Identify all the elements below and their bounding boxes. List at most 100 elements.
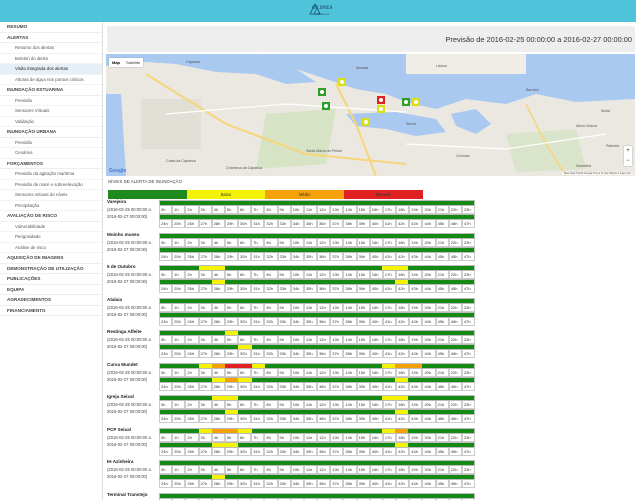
hour-label-row: 24h 25h 26h 27h 28h 29h 30h 31h 32h 33h 34h 35h 36h 3… [159,350,476,358]
map-canvas[interactable] [106,54,635,176]
alert-level-cell [238,442,252,447]
alert-level-cell [395,442,409,447]
map-marker[interactable] [377,105,385,113]
map-type-control[interactable]: Map Satellite [109,58,144,67]
sidebar-item-15[interactable]: Previsão de maré e sobreelevação [0,180,102,190]
map[interactable]: Map Satellite + − Google Map data ©2016 … [106,54,635,176]
hour-label: 31h [251,252,265,261]
alert-level-cell [251,428,265,433]
sidebar-section-22[interactable]: AQUISIÇÃO DE IMAGENS [0,253,102,264]
sidebar-item-3[interactable]: Boletim do alerta [0,54,102,64]
alert-level-cell [238,280,252,284]
sidebar-item-7[interactable]: Previsão [0,96,102,106]
sidebar-item-14[interactable]: Previsão da agitação marítima [0,169,102,180]
sidebar-item-16[interactable]: Sensores virtuais de níveis [0,190,102,201]
hour-label: 47h [461,350,476,358]
sidebar-item-17[interactable]: Precipitação [0,201,102,211]
map-marker[interactable] [402,98,410,106]
logo-text: OLINES [312,6,333,11]
sidebar-item-21[interactable]: Análise de risco [0,243,102,253]
map-marker[interactable] [362,118,370,126]
sidebar-section-25[interactable]: EQUIPA [0,285,102,295]
hour-label: 46h [448,252,462,261]
alert-level-cell [343,201,357,205]
hour-label: 27h [198,220,212,228]
map-marker[interactable] [322,102,330,110]
map-marker[interactable] [338,78,346,86]
map-attribution[interactable]: Map data ©2016 Google Terms of Use Repor… [562,172,633,175]
alert-level-cell [238,396,252,400]
google-logo: Google [109,168,127,174]
alert-level-cell [251,363,265,368]
alert-level-cell [356,461,370,465]
map-place-label: Charneca da Caparica [226,166,262,170]
hour-label: 38h [343,220,357,228]
alert-level-cell [434,215,448,219]
hour-label: 45h [435,382,449,391]
alert-level-cell [447,345,461,349]
alert-level-cell [225,331,239,335]
alert-level-cell [330,280,344,284]
sidebar-section-18[interactable]: AVALIAÇÃO DE RISCO [0,211,102,222]
hour-label: 3h [198,433,212,442]
map-type-map-button[interactable]: Map [109,58,123,67]
hour-label: 2h [185,336,199,344]
hour-label: 42h [396,252,410,261]
zoom-in-button[interactable]: + [624,146,632,156]
hour-label: 9h [277,303,291,312]
alert-level-cell [316,201,331,205]
alert-level-cell [408,266,422,270]
hour-label: 24h [159,382,173,391]
sidebar-item-12[interactable]: Cenários [0,148,102,159]
sidebar-item-20[interactable]: Perigosidade [0,232,102,243]
sidebar-section-0[interactable]: RESUMO [0,22,102,33]
alert-level-cell [290,215,304,219]
alert-level-cell [212,331,226,335]
alert-level-cell [160,410,174,414]
alert-level-cell [186,201,200,205]
zoom-control[interactable]: + − [624,146,632,166]
zoom-out-button[interactable]: − [624,156,632,166]
hour-label: 14h [343,466,357,474]
hour-label: 6h [238,466,252,474]
sidebar-item-11[interactable]: Previsão [0,138,102,148]
alert-level-cell [382,298,396,303]
alert-level-cell [408,298,422,303]
sidebar-section-1[interactable]: ALERTAS [0,33,102,43]
hour-label: 30h [238,285,252,293]
alert-level-cell [199,298,213,303]
hour-label: 18h [396,401,410,409]
map-marker[interactable] [412,98,420,106]
map-marker[interactable] [377,96,385,104]
hour-label-row: 24h 25h 26h 27h 28h 29h 30h 31h 32h 33h 34h 35h 36h 3… [159,252,476,261]
alert-level-cell [160,201,174,205]
alert-level-cell [173,312,187,317]
alert-level-cell [238,377,252,382]
sidebar-item-4[interactable]: Visão integrada dos alertas [0,64,102,75]
hour-label: 37h [330,317,344,326]
alert-level-cell [408,312,422,317]
sidebar-item-19[interactable]: Vulnerabilidade [0,222,102,232]
hour-label: 14h [343,368,357,377]
sidebar-section-10[interactable]: INUNDAÇÃO URBANA [0,127,102,138]
hour-label: 20h [422,368,436,377]
sidebar-section-13[interactable]: FORÇAMENTOS [0,159,102,169]
sidebar-section-27[interactable]: FINANCIAMENTO [0,306,102,316]
map-type-satellite-button[interactable]: Satellite [123,58,143,67]
alert-level-cell [343,410,357,414]
sidebar-section-26[interactable]: AGRADECIMENTOS [0,295,102,306]
sidebar-section-24[interactable]: PUBLICAÇÕES [0,274,102,285]
hour-label: 37h [330,252,344,261]
hour-label: 15h [356,303,370,312]
sidebar-item-2[interactable]: Resumo dos alertas [0,43,102,54]
sidebar-section-23[interactable]: DEMONSTRAÇÃO DE UTILIZAÇÃO [0,264,102,274]
hour-label: 33h [277,415,291,423]
map-marker[interactable] [318,88,326,96]
sidebar-section-6[interactable]: INUNDAÇÃO ESTUARINA [0,85,102,96]
sidebar-item-5[interactable]: Alturas de água nos pontos críticos [0,75,102,85]
alert-level-cell [238,201,252,205]
sidebar-item-8[interactable]: Sensores Virtuais [0,106,102,117]
sidebar-item-9[interactable]: Validação [0,117,102,127]
hour-label: 40h [369,285,383,293]
alert-level-cell [173,345,187,349]
